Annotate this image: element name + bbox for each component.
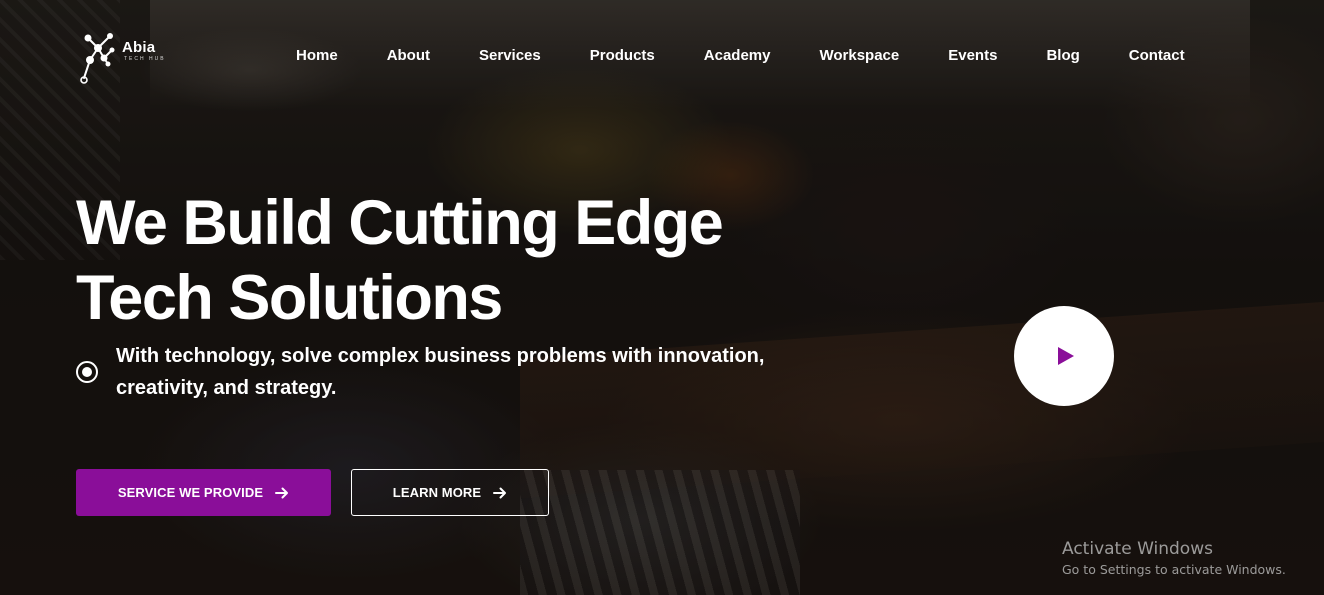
- arrow-right-icon: [493, 487, 507, 498]
- logo-molecule-icon: [80, 33, 115, 84]
- hero-tagline: With technology, solve complex business …: [76, 340, 816, 404]
- logo-subtitle: TECH HUB: [124, 56, 166, 62]
- activate-windows-watermark: Activate Windows Go to Settings to activ…: [1062, 538, 1286, 580]
- service-we-provide-button[interactable]: SERVICE WE PROVIDE: [76, 469, 331, 516]
- nav-workspace[interactable]: Workspace: [819, 46, 899, 66]
- nav-contact[interactable]: Contact: [1129, 46, 1185, 66]
- radio-bullet-icon: [76, 361, 98, 383]
- service-button-label: SERVICE WE PROVIDE: [117, 485, 264, 500]
- hero-tagline-text: With technology, solve complex business …: [116, 345, 765, 399]
- play-icon: [1058, 347, 1074, 365]
- learn-more-button-label: LEARN MORE: [392, 485, 482, 500]
- nav-products[interactable]: Products: [590, 46, 655, 66]
- hero-title-line-1: We Build Cutting Edge: [76, 188, 724, 258]
- activate-windows-subtitle: Go to Settings to activate Windows.: [1062, 562, 1286, 577]
- play-video-button[interactable]: [1014, 306, 1114, 406]
- hero-title: We Build Cutting Edge Tech Solutions: [76, 186, 724, 336]
- arrow-right-icon: [275, 487, 289, 498]
- main-nav: Home About Services Products Academy Wor…: [296, 46, 1185, 66]
- hero-title-line-2: Tech Solutions: [76, 263, 503, 333]
- logo-name: Abia: [122, 39, 156, 56]
- activate-windows-title: Activate Windows: [1062, 539, 1213, 559]
- nav-academy[interactable]: Academy: [704, 46, 771, 66]
- nav-events[interactable]: Events: [948, 46, 997, 66]
- nav-blog[interactable]: Blog: [1046, 46, 1079, 66]
- learn-more-button[interactable]: LEARN MORE: [351, 469, 549, 516]
- nav-home[interactable]: Home: [296, 46, 338, 66]
- nav-services[interactable]: Services: [479, 46, 541, 66]
- site-logo[interactable]: Abia TECH HUB: [80, 30, 166, 90]
- nav-about[interactable]: About: [387, 46, 430, 66]
